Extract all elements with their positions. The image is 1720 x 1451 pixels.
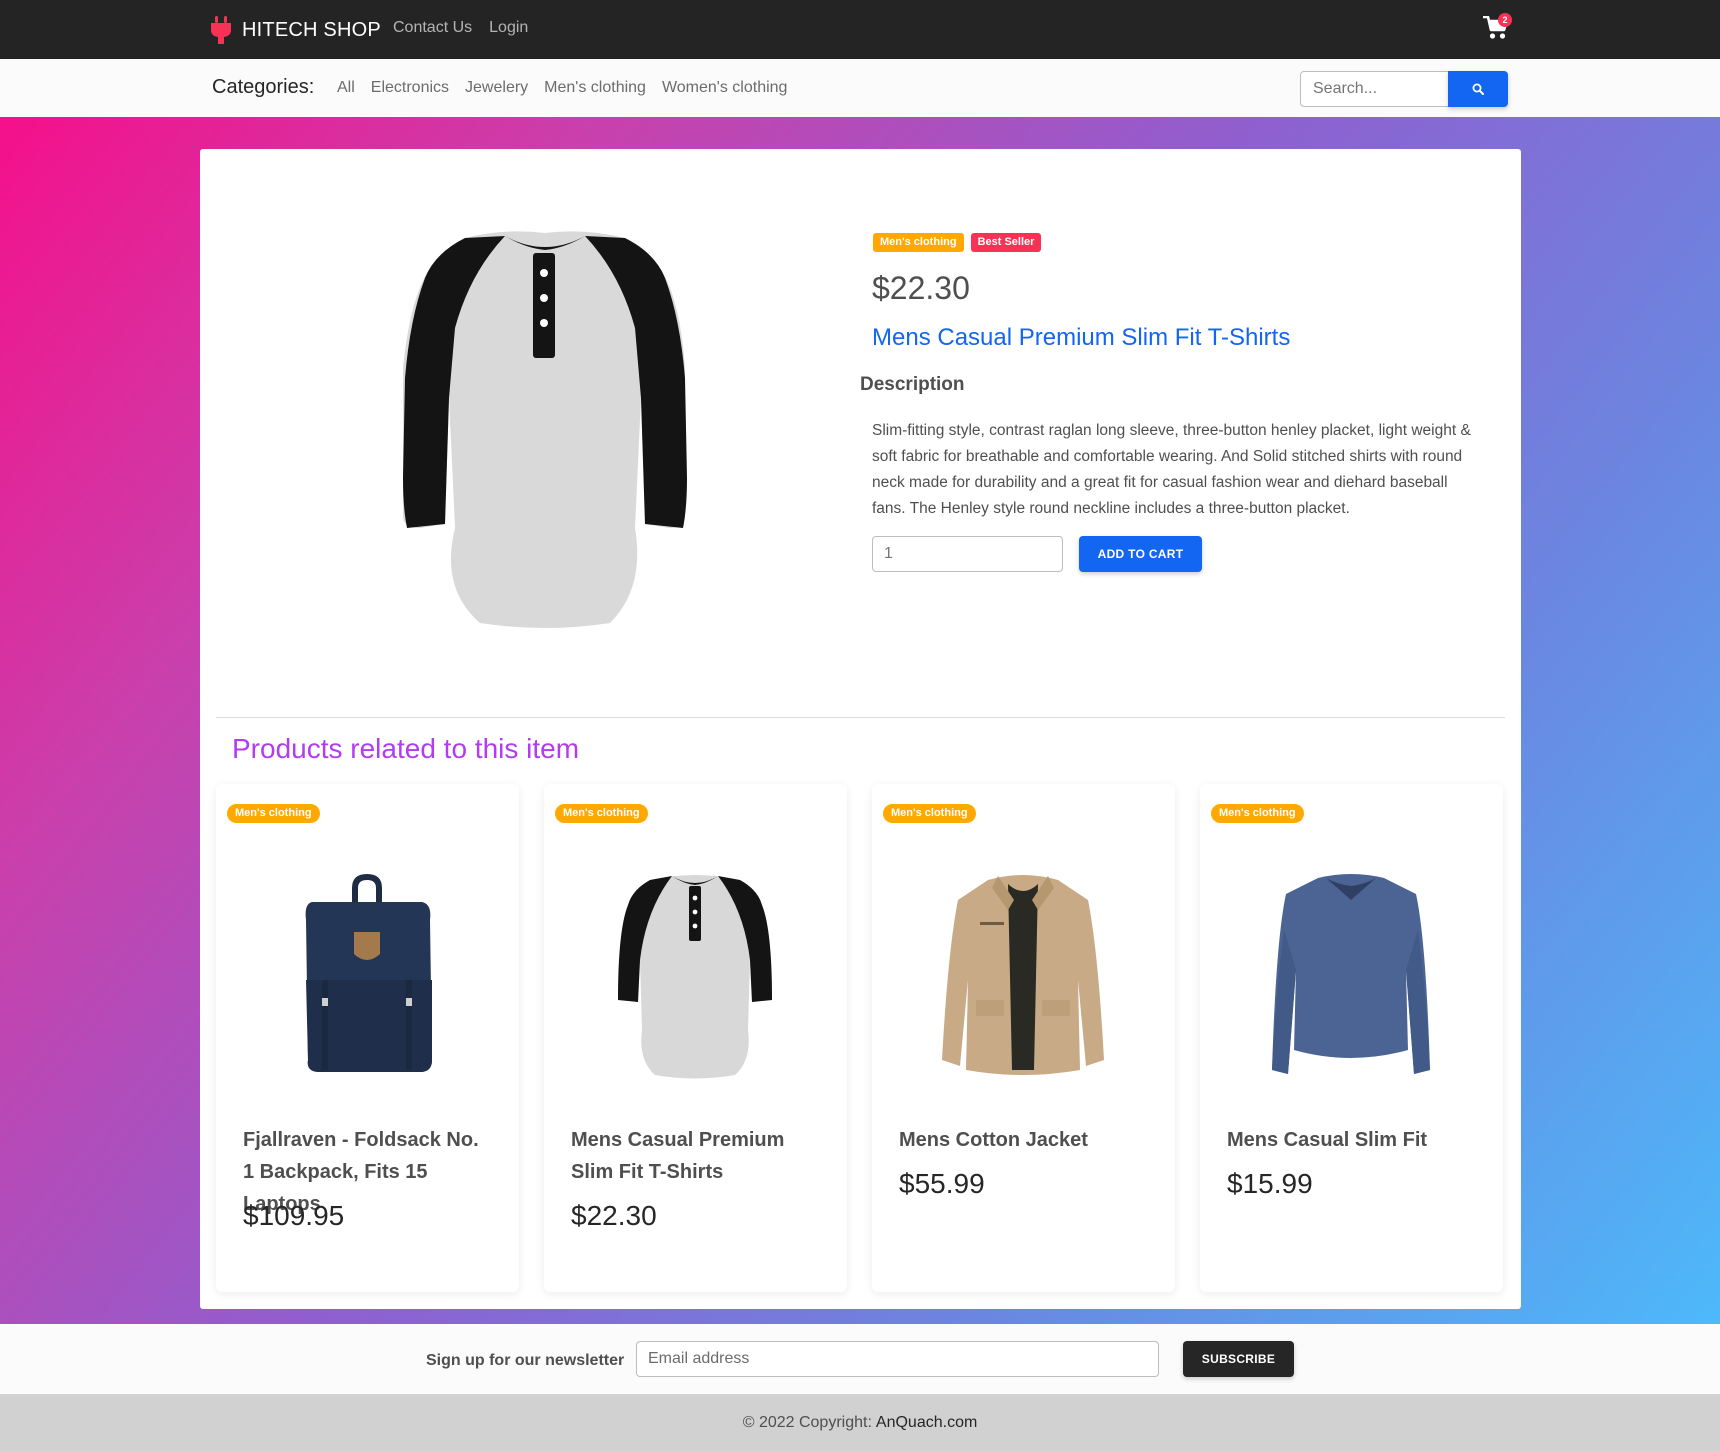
related-product-card[interactable]: Men's clothing Fjallraven - Foldsack No.… bbox=[216, 784, 519, 1292]
category-link-jewelery[interactable]: Jewelery bbox=[465, 79, 528, 97]
category-links: All Electronics Jewelery Men's clothing … bbox=[337, 79, 787, 97]
add-to-cart-button[interactable]: ADD TO CART bbox=[1079, 536, 1202, 572]
search-button[interactable] bbox=[1448, 71, 1508, 107]
backpack-icon bbox=[305, 874, 432, 1072]
related-product-card[interactable]: Men's clothing Mens Casual Slim Fit $15.… bbox=[1200, 784, 1503, 1292]
category-badge: Men's clothing bbox=[555, 804, 648, 823]
product-price: $22.30 bbox=[872, 270, 970, 306]
copyright-text: © 2022 Copyright: bbox=[742, 1413, 872, 1431]
subscribe-button[interactable]: SUBSCRIBE bbox=[1183, 1341, 1294, 1377]
related-product-name[interactable]: Mens Casual Slim Fit bbox=[1227, 1124, 1479, 1156]
related-product-name[interactable]: Mens Casual Premium Slim Fit T-Shirts bbox=[571, 1124, 823, 1188]
footer: © 2022 Copyright: AnQuach.com bbox=[0, 1394, 1720, 1451]
category-link-electronics[interactable]: Electronics bbox=[371, 79, 449, 97]
footer-link[interactable]: AnQuach.com bbox=[876, 1414, 977, 1432]
related-product-price: $109.95 bbox=[243, 1200, 345, 1231]
brand-link[interactable]: HITECH SHOP bbox=[210, 15, 381, 45]
related-product-card[interactable]: Men's clothing Mens Casual Premium Slim … bbox=[544, 784, 847, 1292]
related-product-card[interactable]: Men's clothing Mens Cotton Jacket $55.99 bbox=[872, 784, 1175, 1292]
plug-icon bbox=[211, 16, 231, 44]
related-product-name[interactable]: Mens Cotton Jacket bbox=[899, 1124, 1151, 1156]
best-seller-badge: Best Seller bbox=[970, 233, 1042, 252]
newsletter-label: Sign up for our newsletter bbox=[426, 1352, 625, 1369]
search-input[interactable] bbox=[1300, 71, 1449, 107]
raglan-shirt-icon bbox=[618, 875, 772, 1079]
categories-title: Categories: bbox=[212, 76, 315, 98]
description-heading: Description bbox=[860, 374, 965, 395]
jacket-icon bbox=[942, 875, 1104, 1075]
related-products-title: Products related to this item bbox=[232, 733, 580, 764]
category-link-mens-clothing[interactable]: Men's clothing bbox=[544, 79, 646, 97]
related-product-price: $22.30 bbox=[571, 1200, 657, 1231]
product-title: Mens Casual Premium Slim Fit T-Shirts bbox=[872, 324, 1291, 351]
category-badge: Men's clothing bbox=[883, 804, 976, 823]
section-divider bbox=[216, 717, 1505, 718]
related-product-price: $15.99 bbox=[1227, 1168, 1313, 1199]
brand-name: HITECH SHOP bbox=[242, 18, 381, 41]
product-description: Slim-fitting style, contrast raglan long… bbox=[872, 422, 1471, 517]
category-badge: Men's clothing bbox=[1211, 804, 1304, 823]
product-image bbox=[403, 231, 687, 629]
longsleeve-shirt-icon bbox=[1272, 874, 1430, 1074]
cart-button[interactable]: 2 bbox=[1483, 13, 1513, 42]
top-navbar: HITECH SHOP Contact Us Login 2 bbox=[0, 0, 1720, 59]
newsletter-section: Sign up for our newsletter SUBSCRIBE bbox=[0, 1324, 1720, 1394]
categories-bar: Categories: All Electronics Jewelery Men… bbox=[0, 59, 1720, 117]
nav-links: Contact Us Login bbox=[393, 19, 528, 37]
category-link-all[interactable]: All bbox=[337, 79, 355, 97]
email-field[interactable] bbox=[636, 1341, 1159, 1377]
nav-link-contact[interactable]: Contact Us bbox=[393, 19, 472, 37]
category-link-womens-clothing[interactable]: Women's clothing bbox=[662, 79, 787, 97]
search-icon bbox=[1472, 83, 1484, 95]
product-badges: Men's clothing Best Seller bbox=[873, 233, 1042, 252]
category-badge: Men's clothing bbox=[227, 804, 320, 823]
cart-count-badge: 2 bbox=[1498, 13, 1512, 27]
category-badge: Men's clothing bbox=[873, 233, 964, 252]
nav-link-login[interactable]: Login bbox=[489, 19, 528, 37]
related-product-price: $55.99 bbox=[899, 1168, 985, 1199]
quantity-input[interactable] bbox=[872, 536, 1063, 572]
